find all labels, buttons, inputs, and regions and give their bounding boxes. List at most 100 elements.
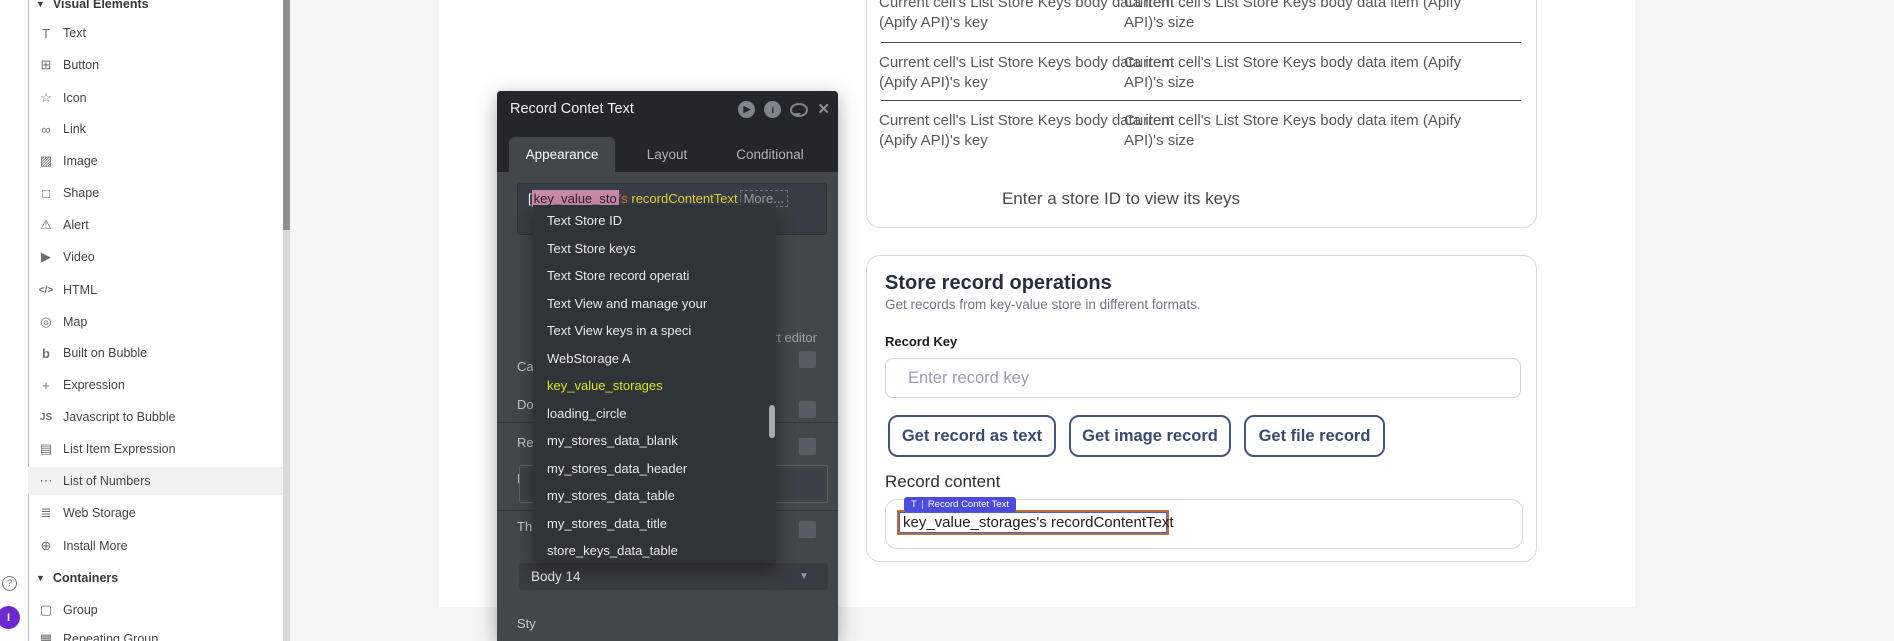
dropdown-option[interactable]: my_stores_data_blank [533,427,776,455]
dropdown-option-highlighted[interactable]: key_value_storages [533,372,776,400]
row-divider [881,100,1521,101]
badge-label: Record Contet Text [928,497,1009,512]
sidebar-item-built-on-bubble[interactable]: bBuilt on Bubble [28,339,283,367]
shape-icon: □ [36,186,56,201]
video-icon: ▶ [36,249,56,265]
size-cell: Current cell's List Store Keys body data… [1124,0,1469,33]
list-of-numbers-icon: ⋯ [36,473,56,489]
badge-separator [922,500,923,509]
clipped-label: Re [517,435,534,450]
size-cell: Current cell's List Store Keys body data… [1124,53,1469,93]
text-editor-link-fragment[interactable]: xt editor [771,330,817,345]
record-key-label: Record Key [885,334,957,349]
sidebar-item-icon[interactable]: ☆Icon [28,84,283,112]
sidebar-item-text[interactable]: TText [28,19,283,47]
dropdown-option[interactable]: my_stores_data_table [533,482,776,510]
sidebar-scrollbar-thumb[interactable] [283,0,290,230]
checkbox[interactable] [799,521,816,538]
info-icon[interactable]: i [764,101,781,118]
chevron-down-icon: ▼ [799,571,809,582]
selected-text-element[interactable]: key_value_storages's recordContentText [899,512,1167,533]
group-icon: ▢ [36,602,56,618]
sidebar-item-group[interactable]: ▢Group [28,596,283,624]
built-on-bubble-icon: b [36,346,56,361]
tab-conditional[interactable]: Conditional [720,137,820,172]
size-cell: Current cell's List Store Keys body data… [1124,111,1469,151]
record-key-input[interactable] [885,358,1521,398]
javascript-icon: JS [36,412,56,423]
collapse-caret-icon: ▼ [36,0,45,9]
sidebar-item-install-more[interactable]: ⊕Install More [28,532,283,560]
tab-appearance[interactable]: Appearance [509,137,615,172]
empty-state-message: Enter a store ID to view its keys [881,189,1361,209]
dropdown-option[interactable]: Text Store ID [533,207,776,235]
star-icon: ☆ [36,90,56,106]
expression-icon: + [36,378,56,393]
sidebar-item-shape[interactable]: □Shape [28,179,283,207]
dropdown-option[interactable]: WebStorage A [533,345,776,373]
close-icon[interactable]: ✕ [817,101,830,118]
panel-title: Record Contet Text [510,91,634,128]
dropdown-option[interactable]: store_keys_data_table [533,537,776,562]
clipped-label: Sty [517,616,536,631]
sidebar-scrollbar[interactable] [283,0,290,641]
avatar[interactable]: I [0,606,20,629]
get-file-record-button[interactable]: Get file record [1244,415,1385,457]
link-icon: ∞ [36,122,56,137]
sidebar-item-button[interactable]: ⊞Button [28,51,283,79]
list-item-expression-icon: ▤ [36,441,56,457]
dropdown-option[interactable]: Text View keys in a speci [533,317,776,345]
web-storage-icon: ≣ [36,505,56,521]
install-more-icon: ⊕ [36,538,56,554]
dropdown-option[interactable]: Text Store record operati [533,262,776,290]
checkbox[interactable] [799,351,816,368]
button-icon: ⊞ [36,57,56,73]
get-image-record-button[interactable]: Get image record [1069,415,1231,457]
sidebar-item-link[interactable]: ∞Link [28,115,283,143]
sidebar-item-list-item-expression[interactable]: ▤List Item Expression [28,435,283,463]
checkbox[interactable] [799,438,816,455]
sidebar-item-javascript-to-bubble[interactable]: JSJavascript to Bubble [28,403,283,431]
text-icon: T [36,26,56,41]
dropdown-option[interactable]: loading_circle [533,400,776,428]
property-editor-panel[interactable]: Record Contet Text ▶ i ✕ Appearance Layo… [497,91,838,641]
selected-element-badge: T Record Contet Text [904,497,1016,512]
panel-header[interactable]: Record Contet Text ▶ i ✕ Appearance Layo… [497,91,838,172]
bubble-editor-window: Current cell's List Store Keys body data… [0,0,1894,641]
expression-autocomplete-dropdown[interactable]: Text Store ID Text Store keys Text Store… [533,205,776,562]
element-palette-sidebar: ▼ Visual Elements TText ⊞Button ☆Icon ∞L… [0,0,283,641]
store-record-operations-card: Store record operations Get records from… [866,255,1537,562]
comment-icon[interactable] [790,103,808,117]
dropdown-option[interactable]: my_stores_data_header [533,455,776,483]
dropdown-option[interactable]: my_stores_data_title [533,510,776,538]
section-header-visual-elements[interactable]: ▼ Visual Elements [36,0,149,18]
record-content-label: Record content [885,472,1000,492]
sidebar-item-web-storage[interactable]: ≣Web Storage [28,499,283,527]
text-element-icon: T [911,497,917,512]
help-icon[interactable]: ? [2,576,17,591]
clipped-label: Th [517,519,532,534]
sidebar-item-video[interactable]: ▶Video [28,243,283,271]
clipped-label: Ca [517,359,534,374]
sidebar-item-html[interactable]: </>HTML [28,276,283,304]
card-title: Store record operations [885,272,1112,295]
expression-field[interactable]: recordContentText [631,191,737,206]
row-divider [881,42,1521,43]
expression-possessive: 's [619,191,628,206]
get-record-as-text-button[interactable]: Get record as text [888,415,1056,457]
sidebar-item-expression[interactable]: +Expression [28,371,283,399]
dropdown-scrollbar[interactable] [769,405,775,438]
sidebar-item-image[interactable]: ▨Image [28,147,283,175]
dropdown-option[interactable]: Text View and manage your [533,290,776,318]
style-select-value: Body 14 [531,569,581,584]
dropdown-option[interactable]: Text Store keys [533,235,776,263]
section-header-containers[interactable]: ▼ Containers [36,564,118,592]
sidebar-item-map[interactable]: ◎Map [28,308,283,336]
sidebar-item-repeating-group[interactable]: ▦Repeating Group [28,625,283,641]
style-select[interactable]: Body 14 [519,563,828,590]
sidebar-item-list-of-numbers[interactable]: ⋯List of Numbers [28,467,283,495]
tab-layout[interactable]: Layout [617,137,717,172]
checkbox[interactable] [799,401,816,418]
preview-play-icon[interactable]: ▶ [738,101,755,118]
sidebar-item-alert[interactable]: ⚠Alert [28,211,283,239]
